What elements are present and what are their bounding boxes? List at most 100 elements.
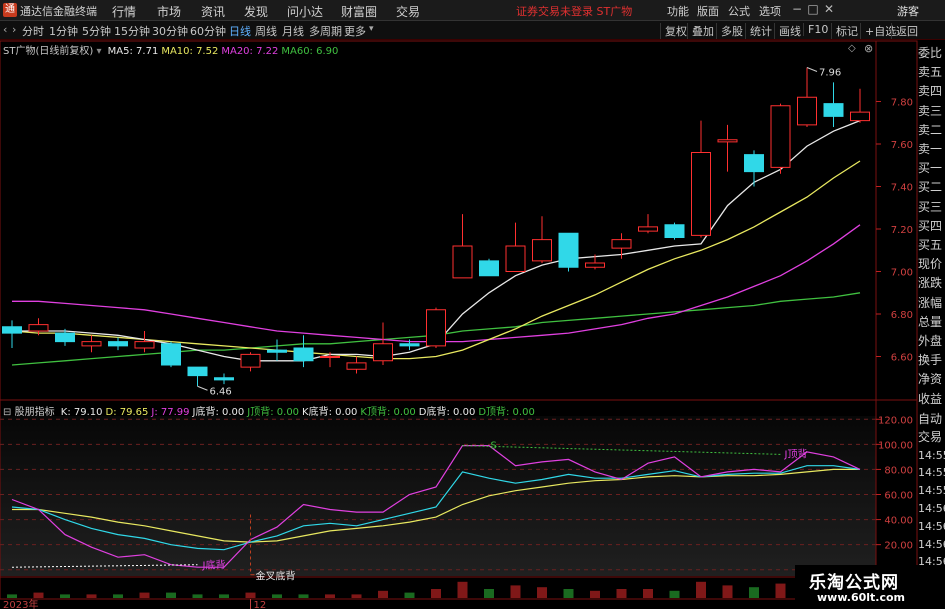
chart-canvas[interactable]: 7.80 7.60 7.40 7.20 7.00 6.80 6.60 7.96 6.46 120…	[0, 40, 945, 609]
candle-down	[55, 332, 75, 343]
menu-function[interactable]: 功能	[667, 3, 689, 19]
volume-bar	[325, 594, 335, 598]
trade-time: 14:56	[918, 519, 945, 533]
price-tick-label: 7.60	[891, 140, 913, 151]
candle-up	[452, 245, 473, 279]
period-1min[interactable]: 1分钟	[49, 23, 78, 39]
quote-item[interactable]: 涨跌	[918, 274, 945, 293]
period-weekly[interactable]: 周线	[255, 23, 277, 39]
candle-up	[585, 262, 605, 268]
quote-item[interactable]: 买二	[918, 178, 945, 197]
time-axis-label: 2023年	[3, 598, 38, 609]
draw-line-button[interactable]: 画线	[774, 23, 801, 39]
volume-bar	[510, 585, 521, 598]
indicator-expand-icon[interactable]: ⊟	[3, 407, 11, 418]
candle-up	[691, 152, 711, 236]
menu-ask[interactable]: 问小达	[287, 3, 323, 20]
volume-bar	[351, 594, 362, 598]
quote-item[interactable]: 买一	[918, 159, 945, 178]
ma-value-2: MA20: 7.22	[221, 46, 279, 57]
period-multi[interactable]: 多周期	[309, 23, 342, 39]
quote-item[interactable]: 买四	[918, 217, 945, 236]
forward-icon[interactable]: ›	[12, 23, 16, 36]
maximize-icon[interactable]: □	[806, 2, 820, 17]
trade-time: 14:56	[918, 501, 945, 515]
volume-bar	[378, 590, 388, 598]
price-tick-label: 6.80	[891, 310, 913, 321]
candle-up	[320, 356, 340, 358]
quote-item[interactable]: 总量	[918, 313, 945, 332]
period-timeshare[interactable]: 分时	[22, 23, 44, 39]
statistics-button[interactable]: 统计	[745, 23, 772, 39]
trade-time: 14:55	[918, 448, 945, 462]
volume-bar	[272, 594, 282, 598]
quote-item[interactable]: 换手	[918, 351, 945, 370]
quote-item[interactable]: 卖四	[918, 82, 945, 101]
f10-button[interactable]: F10	[803, 23, 828, 36]
quote-item[interactable]: 收益	[918, 390, 945, 409]
menu-layout[interactable]: 版面	[697, 3, 719, 19]
adjust-button[interactable]: 复权	[660, 23, 687, 39]
volume-bar	[484, 589, 494, 598]
more-dropdown-icon[interactable]: ▾	[369, 24, 374, 34]
quote-item[interactable]: 卖一	[918, 140, 945, 159]
close-icon[interactable]: ✕	[822, 2, 836, 17]
settings-dropdown-icon[interactable]: ▾	[96, 46, 101, 57]
period-5min[interactable]: 5分钟	[82, 23, 111, 39]
quote-item[interactable]: 买三	[918, 198, 945, 217]
back-icon[interactable]: ‹	[3, 23, 7, 36]
trade-time: 14:55	[918, 484, 945, 498]
minimize-icon[interactable]: −	[790, 2, 804, 17]
indicator-value-6: K顶背: 0.00	[360, 407, 416, 418]
golden-cross-label: 金叉底背	[256, 570, 296, 583]
menu-options[interactable]: 选项	[759, 3, 781, 19]
quote-item[interactable]: 净资	[918, 370, 945, 389]
menu-formula[interactable]: 公式	[728, 3, 750, 19]
multi-stock-button[interactable]: 多股	[716, 23, 743, 39]
mark-button[interactable]: 标记	[831, 23, 858, 39]
period-30min[interactable]: 30分钟	[152, 23, 188, 39]
candle-up	[717, 139, 738, 143]
menu-market[interactable]: 市场	[157, 3, 181, 20]
quote-side-panel: 委比 卖五 卖四 卖三 卖二 卖一 买一 买二 买三 买四 买五 现价 涨跌 涨…	[918, 44, 945, 409]
quote-item[interactable]: 卖三	[918, 102, 945, 121]
price-tick-label: 6.60	[891, 353, 913, 364]
period-monthly[interactable]: 月线	[282, 23, 304, 39]
quote-item[interactable]: 涨幅	[918, 294, 945, 313]
period-60min[interactable]: 60分钟	[190, 23, 226, 39]
volume-bar	[192, 594, 203, 598]
quote-item[interactable]: 委比	[918, 44, 945, 63]
quote-item[interactable]: 卖五	[918, 63, 945, 82]
period-more[interactable]: 更多	[344, 23, 366, 39]
quote-item[interactable]: 卖二	[918, 121, 945, 140]
indicator-value-5: K底背: 0.00	[302, 407, 358, 418]
app-logo-icon: 通	[3, 3, 17, 17]
period-daily[interactable]: 日线	[229, 23, 251, 39]
quote-item[interactable]: 现价	[918, 255, 945, 274]
period-15min[interactable]: 15分钟	[114, 23, 150, 39]
guest-label[interactable]: 游客	[897, 3, 919, 19]
auto-trade-label[interactable]: 自动	[918, 411, 945, 429]
chart-options-icon[interactable]: ◇	[848, 43, 856, 54]
menu-news[interactable]: 资讯	[201, 3, 225, 20]
return-button[interactable]: 返回	[891, 23, 918, 39]
menu-wealth[interactable]: 财富圈	[341, 3, 377, 20]
volume-bar	[722, 585, 733, 598]
trade-label[interactable]: 交易	[918, 429, 945, 447]
candle-down	[214, 377, 234, 381]
menu-discover[interactable]: 发现	[244, 3, 268, 20]
quote-item[interactable]: 买五	[918, 236, 945, 255]
candle-up	[426, 309, 446, 347]
indicator-name[interactable]: 股朋指标	[15, 407, 55, 418]
ma-value-0: MA5: 7.71	[107, 46, 159, 57]
candle-up	[850, 111, 870, 122]
menu-quotes[interactable]: 行情	[112, 3, 136, 20]
volume-bar	[298, 594, 309, 598]
menu-trade[interactable]: 交易	[396, 3, 420, 20]
chart-close-icon[interactable]: ⊗	[864, 42, 873, 55]
overlay-button[interactable]: 叠加	[687, 23, 714, 39]
indicator-value-3: J底背: 0.00	[192, 407, 245, 418]
candle-up	[797, 96, 817, 126]
candle-up	[346, 362, 367, 370]
quote-item[interactable]: 外盘	[918, 332, 945, 351]
